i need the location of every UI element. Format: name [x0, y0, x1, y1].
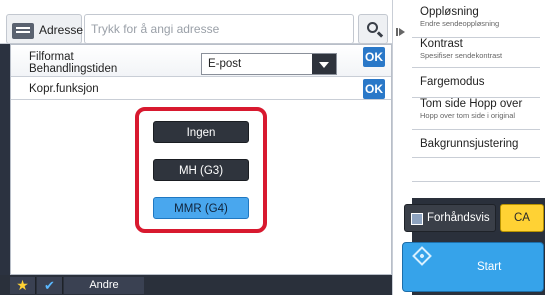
menu-item-sublabel: Spesifiser sendekontrast: [420, 51, 503, 60]
menu-item-sublabel: Hopp over tom side i original: [420, 111, 516, 120]
file-format-value: E-post: [208, 58, 242, 70]
search-button[interactable]: [358, 14, 388, 44]
left-rail: [0, 44, 10, 275]
address-button-label: Adresse: [39, 23, 84, 37]
address-bar: Adresse Trykk for å angi adresse: [0, 0, 392, 44]
option-mmr-g4-button[interactable]: MMR (G4): [153, 197, 249, 219]
compression-row: Kopr.funksjon OK: [11, 78, 391, 100]
settings-panel: Filformat Behandlingstiden E-post OK Kop…: [10, 44, 392, 275]
checkmark-icon[interactable]: ✔: [37, 277, 63, 294]
menu-item-color-mode[interactable]: Fargemodus: [412, 68, 540, 98]
menu-item-sublabel: Endre sendeoppløsning: [420, 19, 500, 28]
option-none-button[interactable]: Ingen: [153, 121, 249, 143]
bottom-bar: ★ ✔ Andre: [0, 275, 392, 295]
start-icon: [412, 246, 432, 266]
expand-menu-icon[interactable]: [396, 28, 405, 36]
ca-button[interactable]: CA: [500, 204, 544, 232]
menu-item-empty: [412, 158, 540, 182]
menu-item-background-adjust[interactable]: Bakgrunnsjustering: [412, 130, 540, 158]
address-input[interactable]: Trykk for å angi adresse: [84, 14, 354, 44]
menu-item-empty: [412, 182, 540, 198]
start-button[interactable]: Start: [402, 242, 544, 292]
file-format-label: Filformat: [29, 51, 74, 63]
right-menu: Oppløsning Endre sendeoppløsning Kontras…: [402, 0, 545, 295]
preview-button[interactable]: Forhåndsvis: [404, 204, 496, 232]
menu-item-label: Oppløsning: [420, 6, 479, 18]
menu-item-label: Bakgrunnsjustering: [420, 138, 519, 150]
preview-icon: [411, 213, 423, 225]
file-format-ok-button[interactable]: OK: [363, 47, 385, 67]
menu-item-label: Kontrast: [420, 38, 463, 50]
menu-item-resolution[interactable]: Oppløsning Endre sendeoppløsning: [412, 6, 540, 38]
compression-ok-button[interactable]: OK: [363, 79, 385, 99]
menu-item-blank-page-skip[interactable]: Tom side Hopp over Hopp over tom side i …: [412, 98, 540, 130]
file-format-select[interactable]: E-post: [201, 53, 337, 75]
address-book-icon: [12, 23, 34, 39]
other-button[interactable]: Andre: [64, 277, 144, 294]
search-icon: [367, 22, 378, 33]
address-book-button[interactable]: Adresse: [6, 14, 84, 44]
menu-item-label: Tom side Hopp over: [420, 98, 523, 110]
preview-label: Forhåndsvis: [427, 212, 490, 224]
start-label: Start: [477, 261, 502, 273]
favorite-star-icon[interactable]: ★: [10, 277, 36, 294]
menu-item-contrast[interactable]: Kontrast Spesifiser sendekontrast: [412, 38, 540, 68]
option-mh-g3-button[interactable]: MH (G3): [153, 159, 249, 181]
menu-item-label: Fargemodus: [420, 76, 485, 88]
processing-time-label: Behandlingstiden: [29, 63, 118, 75]
compression-options-highlight: Ingen MH (G3) MMR (G4): [135, 107, 267, 233]
chevron-down-icon: [312, 54, 336, 74]
compression-label: Kopr.funksjon: [29, 83, 99, 95]
file-format-row: Filformat Behandlingstiden E-post OK: [11, 45, 391, 77]
